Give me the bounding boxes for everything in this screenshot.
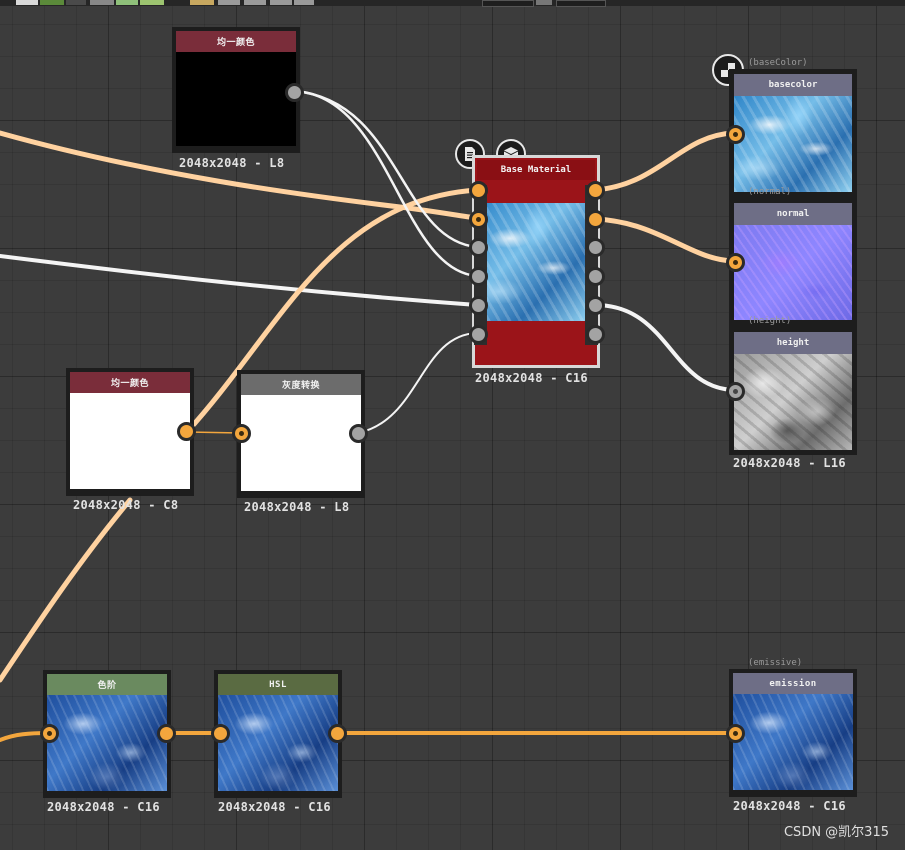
output-port[interactable] (349, 424, 368, 443)
node-thumbnail (733, 694, 853, 790)
output-tag: (normal) (748, 187, 792, 197)
node-title: normal (734, 203, 852, 225)
input-port[interactable] (726, 724, 745, 743)
input-port[interactable] (469, 238, 488, 257)
output-tag: (height) (748, 316, 792, 326)
node-title: basecolor (734, 74, 852, 96)
input-port[interactable] (40, 724, 59, 743)
input-port[interactable] (726, 253, 745, 272)
node-caption: 2048x2048 - C16 (475, 371, 588, 385)
levels-node[interactable]: 色阶 2048x2048 - C16 (40, 670, 176, 818)
output-port[interactable] (586, 238, 605, 257)
input-port[interactable] (469, 296, 488, 315)
node-title: Base Material (477, 160, 595, 180)
node-thumbnail (176, 52, 296, 146)
input-port[interactable] (726, 125, 745, 144)
wire-grayscale-to-material (357, 332, 478, 434)
node-title: height (734, 332, 852, 354)
base-material-node[interactable]: Base Material 2048x2048 - C16 (469, 155, 605, 387)
input-port[interactable] (469, 267, 488, 286)
output-port[interactable] (586, 325, 605, 344)
output-height-node[interactable]: height 2048x2048 - L16 (726, 327, 857, 473)
uniform-color-white-node[interactable]: 均一颜色 2048x2048 - C8 (66, 368, 196, 516)
wire-material-to-basecolor (592, 130, 737, 193)
node-caption: 2048x2048 - C16 (47, 800, 160, 814)
output-port[interactable] (177, 422, 196, 441)
node-thumbnail (734, 225, 852, 320)
wire-material-to-normal (592, 216, 737, 264)
uniform-color-black-node[interactable]: 均一颜色 2048x2048 - L8 (172, 27, 304, 170)
output-port-normal[interactable] (586, 210, 605, 229)
wire-offscreen-to-material-port (0, 254, 479, 307)
node-caption: 2048x2048 - L16 (733, 456, 846, 470)
input-port[interactable] (211, 724, 230, 743)
node-thumbnail (734, 96, 852, 192)
node-title: 均一颜色 (70, 372, 190, 393)
hsl-node[interactable]: HSL 2048x2048 - C16 (211, 670, 347, 818)
output-port[interactable] (285, 83, 304, 102)
input-port[interactable] (469, 325, 488, 344)
node-caption: 2048x2048 - C16 (733, 799, 846, 813)
output-tag: (emissive) (748, 658, 803, 668)
watermark: CSDN @凯尔315 (783, 825, 889, 840)
grayscale-node[interactable]: 灰度转换 2048x2048 - L8 (232, 370, 368, 518)
input-port[interactable] (726, 382, 745, 401)
node-thumbnail (241, 395, 361, 491)
input-port-basecolor[interactable] (469, 181, 488, 200)
output-basecolor-node[interactable]: basecolor (726, 69, 857, 197)
wire-material-to-height (593, 303, 736, 392)
node-caption: 2048x2048 - L8 (179, 156, 285, 170)
node-title: 色阶 (47, 674, 167, 695)
node-title: 均一颜色 (176, 31, 296, 52)
output-port[interactable] (157, 724, 176, 743)
node-title: 灰度转换 (241, 374, 361, 395)
node-caption: 2048x2048 - L8 (244, 500, 350, 514)
output-tag: (baseColor) (748, 58, 808, 68)
input-port[interactable] (232, 424, 251, 443)
output-port[interactable] (586, 267, 605, 286)
node-thumbnail (477, 203, 587, 321)
output-emission-node[interactable]: emission 2048x2048 - C16 (726, 669, 857, 817)
node-title: emission (733, 673, 853, 694)
node-caption: 2048x2048 - C16 (218, 800, 331, 814)
output-port-height[interactable] (586, 296, 605, 315)
wire-black-to-material-2 (292, 89, 479, 278)
node-thumbnail (218, 695, 338, 791)
node-thumbnail (734, 354, 852, 450)
node-thumbnail (47, 695, 167, 791)
node-title: HSL (218, 674, 338, 695)
output-port[interactable] (328, 724, 347, 743)
node-caption: 2048x2048 - C8 (73, 498, 179, 512)
input-port-normal[interactable] (469, 210, 488, 229)
node-thumbnail (70, 393, 190, 489)
output-port-basecolor[interactable] (586, 181, 605, 200)
output-normal-node[interactable]: normal (726, 198, 857, 326)
wire-offscreen-to-levels (0, 497, 133, 683)
